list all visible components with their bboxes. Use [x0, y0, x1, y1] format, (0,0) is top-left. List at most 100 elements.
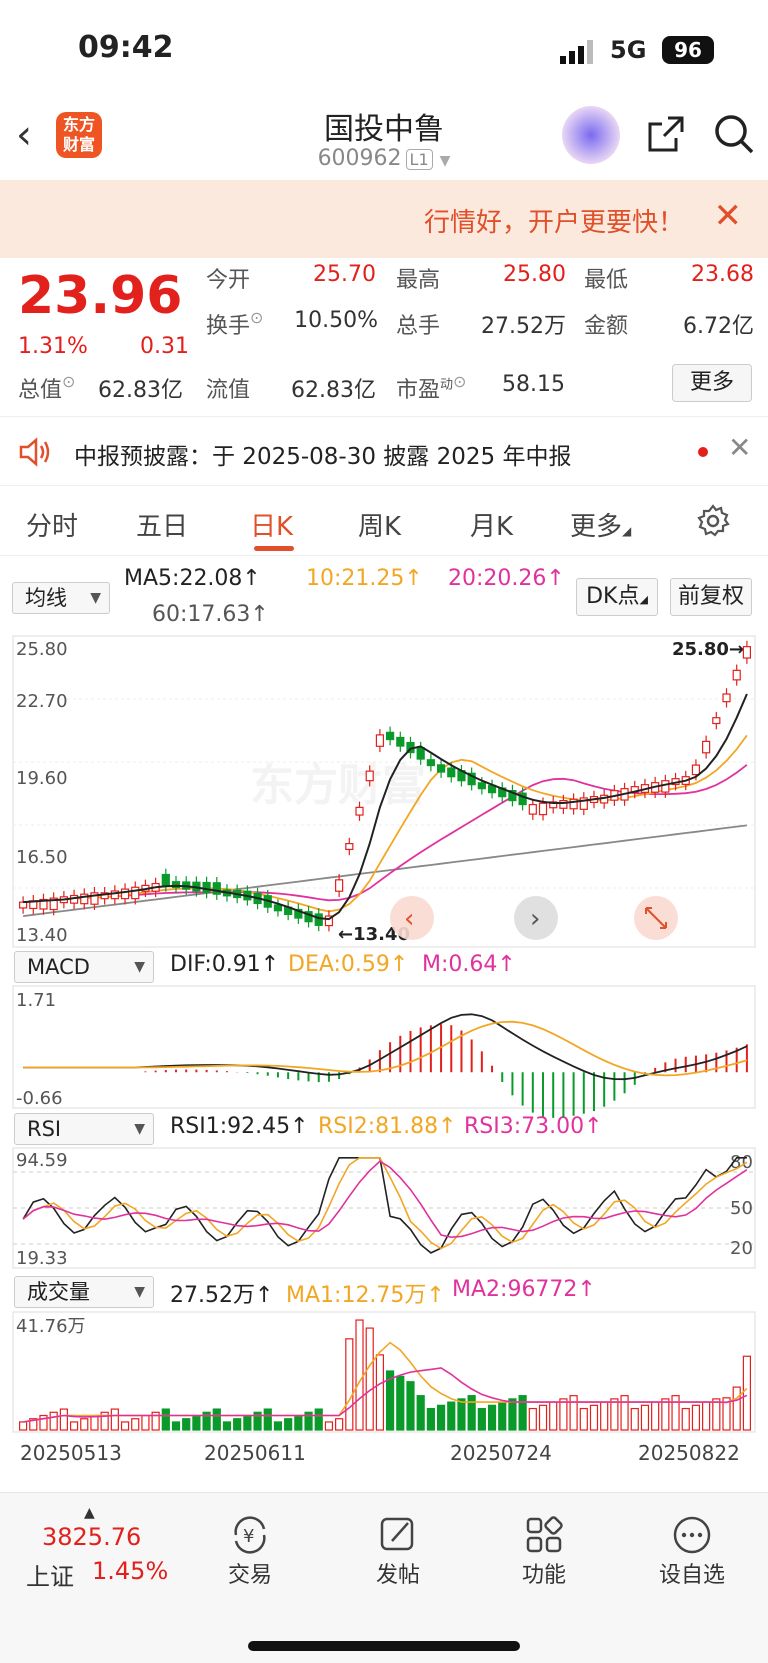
index-name[interactable]: 上证: [26, 1557, 74, 1592]
chevron-down-icon: ▼: [439, 153, 451, 169]
volume-bar: [416, 1395, 425, 1431]
watermark: 东方财富: [250, 761, 426, 810]
y-label-high: 25.80: [16, 639, 68, 660]
volume-bar: [294, 1414, 303, 1431]
network-label: 5G: [610, 36, 647, 64]
functions-button[interactable]: 功能: [494, 1513, 594, 1589]
search-icon[interactable]: [712, 112, 756, 156]
volume-bar: [243, 1414, 252, 1431]
volume-bar: [171, 1421, 181, 1431]
volume-value: 27.52万: [481, 314, 566, 339]
candle-body: [385, 731, 395, 741]
assistant-avatar[interactable]: [562, 106, 620, 164]
float-value: 62.83亿: [291, 378, 376, 403]
high-label: 最高: [396, 268, 441, 293]
candle-body: [314, 913, 323, 926]
adjust-button[interactable]: 前复权: [670, 578, 752, 616]
volume-bar: [284, 1418, 293, 1431]
add-watchlist-button[interactable]: 设自选: [642, 1513, 742, 1589]
index-percent[interactable]: 1.45%: [92, 1557, 168, 1585]
volume-bar: [345, 1338, 354, 1431]
index-value[interactable]: 3825.76: [42, 1523, 141, 1551]
volume-bar: [436, 1404, 446, 1431]
volume-bar: [620, 1395, 629, 1431]
candle-body: [702, 740, 711, 754]
candle-body: [396, 736, 405, 747]
turnover-label: 换手⊙: [206, 308, 264, 339]
tab-five-day[interactable]: 五日: [136, 506, 188, 543]
promo-banner[interactable]: 行情好，开户更要快！ ✕: [0, 180, 768, 258]
open-value: 25.70: [313, 262, 376, 287]
volume-bar: [335, 1418, 344, 1431]
candle-body: [18, 901, 28, 909]
volume-bar: [732, 1386, 741, 1431]
info-icon[interactable]: ⊙: [250, 308, 263, 327]
volume-bar: [365, 1327, 374, 1431]
rsi-y-bottom: 19.33: [16, 1248, 68, 1269]
ma10-label: 10:21.25↑: [306, 566, 423, 591]
tab-daily-k[interactable]: 日K: [250, 506, 293, 543]
volume-bar: [467, 1395, 476, 1431]
post-button[interactable]: 发帖: [348, 1513, 448, 1589]
info-icon[interactable]: ⊙: [453, 372, 466, 391]
trade-button[interactable]: ¥ 交易: [200, 1513, 300, 1589]
volume-bar: [161, 1408, 170, 1431]
gear-icon[interactable]: [696, 504, 730, 538]
notice-text: 中报预披露：于 2025-08-30 披露 2025 年中报: [74, 444, 572, 470]
volume-bar: [212, 1408, 221, 1431]
signal-icon: [560, 40, 593, 64]
y-label-low: 13.40: [16, 925, 68, 946]
macd-y-top: 1.71: [16, 990, 56, 1011]
volume-bar: [222, 1421, 232, 1431]
total-value: 62.83亿: [98, 378, 183, 403]
close-icon[interactable]: ✕: [728, 431, 751, 464]
share-icon[interactable]: [646, 114, 686, 154]
level-badge: L1: [405, 149, 433, 170]
date-label-1: 20250513: [20, 1441, 122, 1465]
volume-bar: [263, 1408, 272, 1431]
pe-label: 市盈动⊙: [396, 372, 467, 403]
tab-weekly-k[interactable]: 周K: [358, 506, 401, 543]
more-button[interactable]: 更多: [672, 364, 752, 402]
candle-body: [212, 882, 221, 895]
volume-bar: [18, 1421, 28, 1431]
close-icon[interactable]: ✕: [714, 196, 743, 236]
rsi-y-top: 94.59: [16, 1150, 68, 1171]
volume-bar: [273, 1421, 283, 1431]
svg-text:›: ›: [530, 904, 540, 934]
indicator-select[interactable]: 均线 ▼: [12, 582, 110, 614]
macd-frame: [12, 985, 756, 1109]
candle-body: [375, 734, 385, 747]
notice-bar[interactable]: 中报预披露：于 2025-08-30 披露 2025 年中报 ✕: [0, 416, 768, 486]
candle-body: [722, 693, 731, 703]
amount-value: 6.72亿: [683, 314, 754, 339]
tab-intraday[interactable]: 分时: [26, 506, 78, 543]
tab-monthly-k[interactable]: 月K: [470, 506, 513, 543]
volume-bar: [69, 1421, 79, 1431]
candle-body: [345, 843, 354, 851]
volume-bar: [457, 1398, 466, 1431]
volume-bar: [396, 1375, 405, 1431]
float-value-label: 流值: [206, 378, 251, 403]
volume-bar: [508, 1398, 517, 1431]
high-value: 25.80: [503, 262, 566, 287]
expand-up-icon[interactable]: ▲: [84, 1505, 95, 1521]
volume-bar: [640, 1404, 650, 1431]
dk-point-button[interactable]: DK点◢: [576, 578, 658, 616]
y-label-2: 22.70: [16, 691, 68, 712]
volume-bar: [528, 1407, 537, 1431]
turnover-value: 10.50%: [294, 308, 378, 333]
low-value: 23.68: [691, 262, 754, 287]
kline-chart-area[interactable]: 东方财富 25.80 22.70 19.60 16.50 13.40 25.80…: [0, 630, 768, 1480]
y-label-4: 16.50: [16, 847, 68, 868]
change-amount: 0.31: [140, 334, 189, 359]
volume-bar: [314, 1408, 323, 1431]
svg-text:‹: ‹: [404, 904, 414, 934]
date-label-3: 20250724: [450, 1441, 552, 1465]
ma60-label: 60:17.63↑: [152, 602, 269, 627]
tab-more[interactable]: 更多◢: [570, 506, 631, 543]
more-dots-icon: [673, 1516, 711, 1554]
yen-cycle-icon: ¥: [234, 1516, 266, 1554]
candle-body: [732, 669, 741, 681]
info-icon[interactable]: ⊙: [62, 372, 75, 391]
